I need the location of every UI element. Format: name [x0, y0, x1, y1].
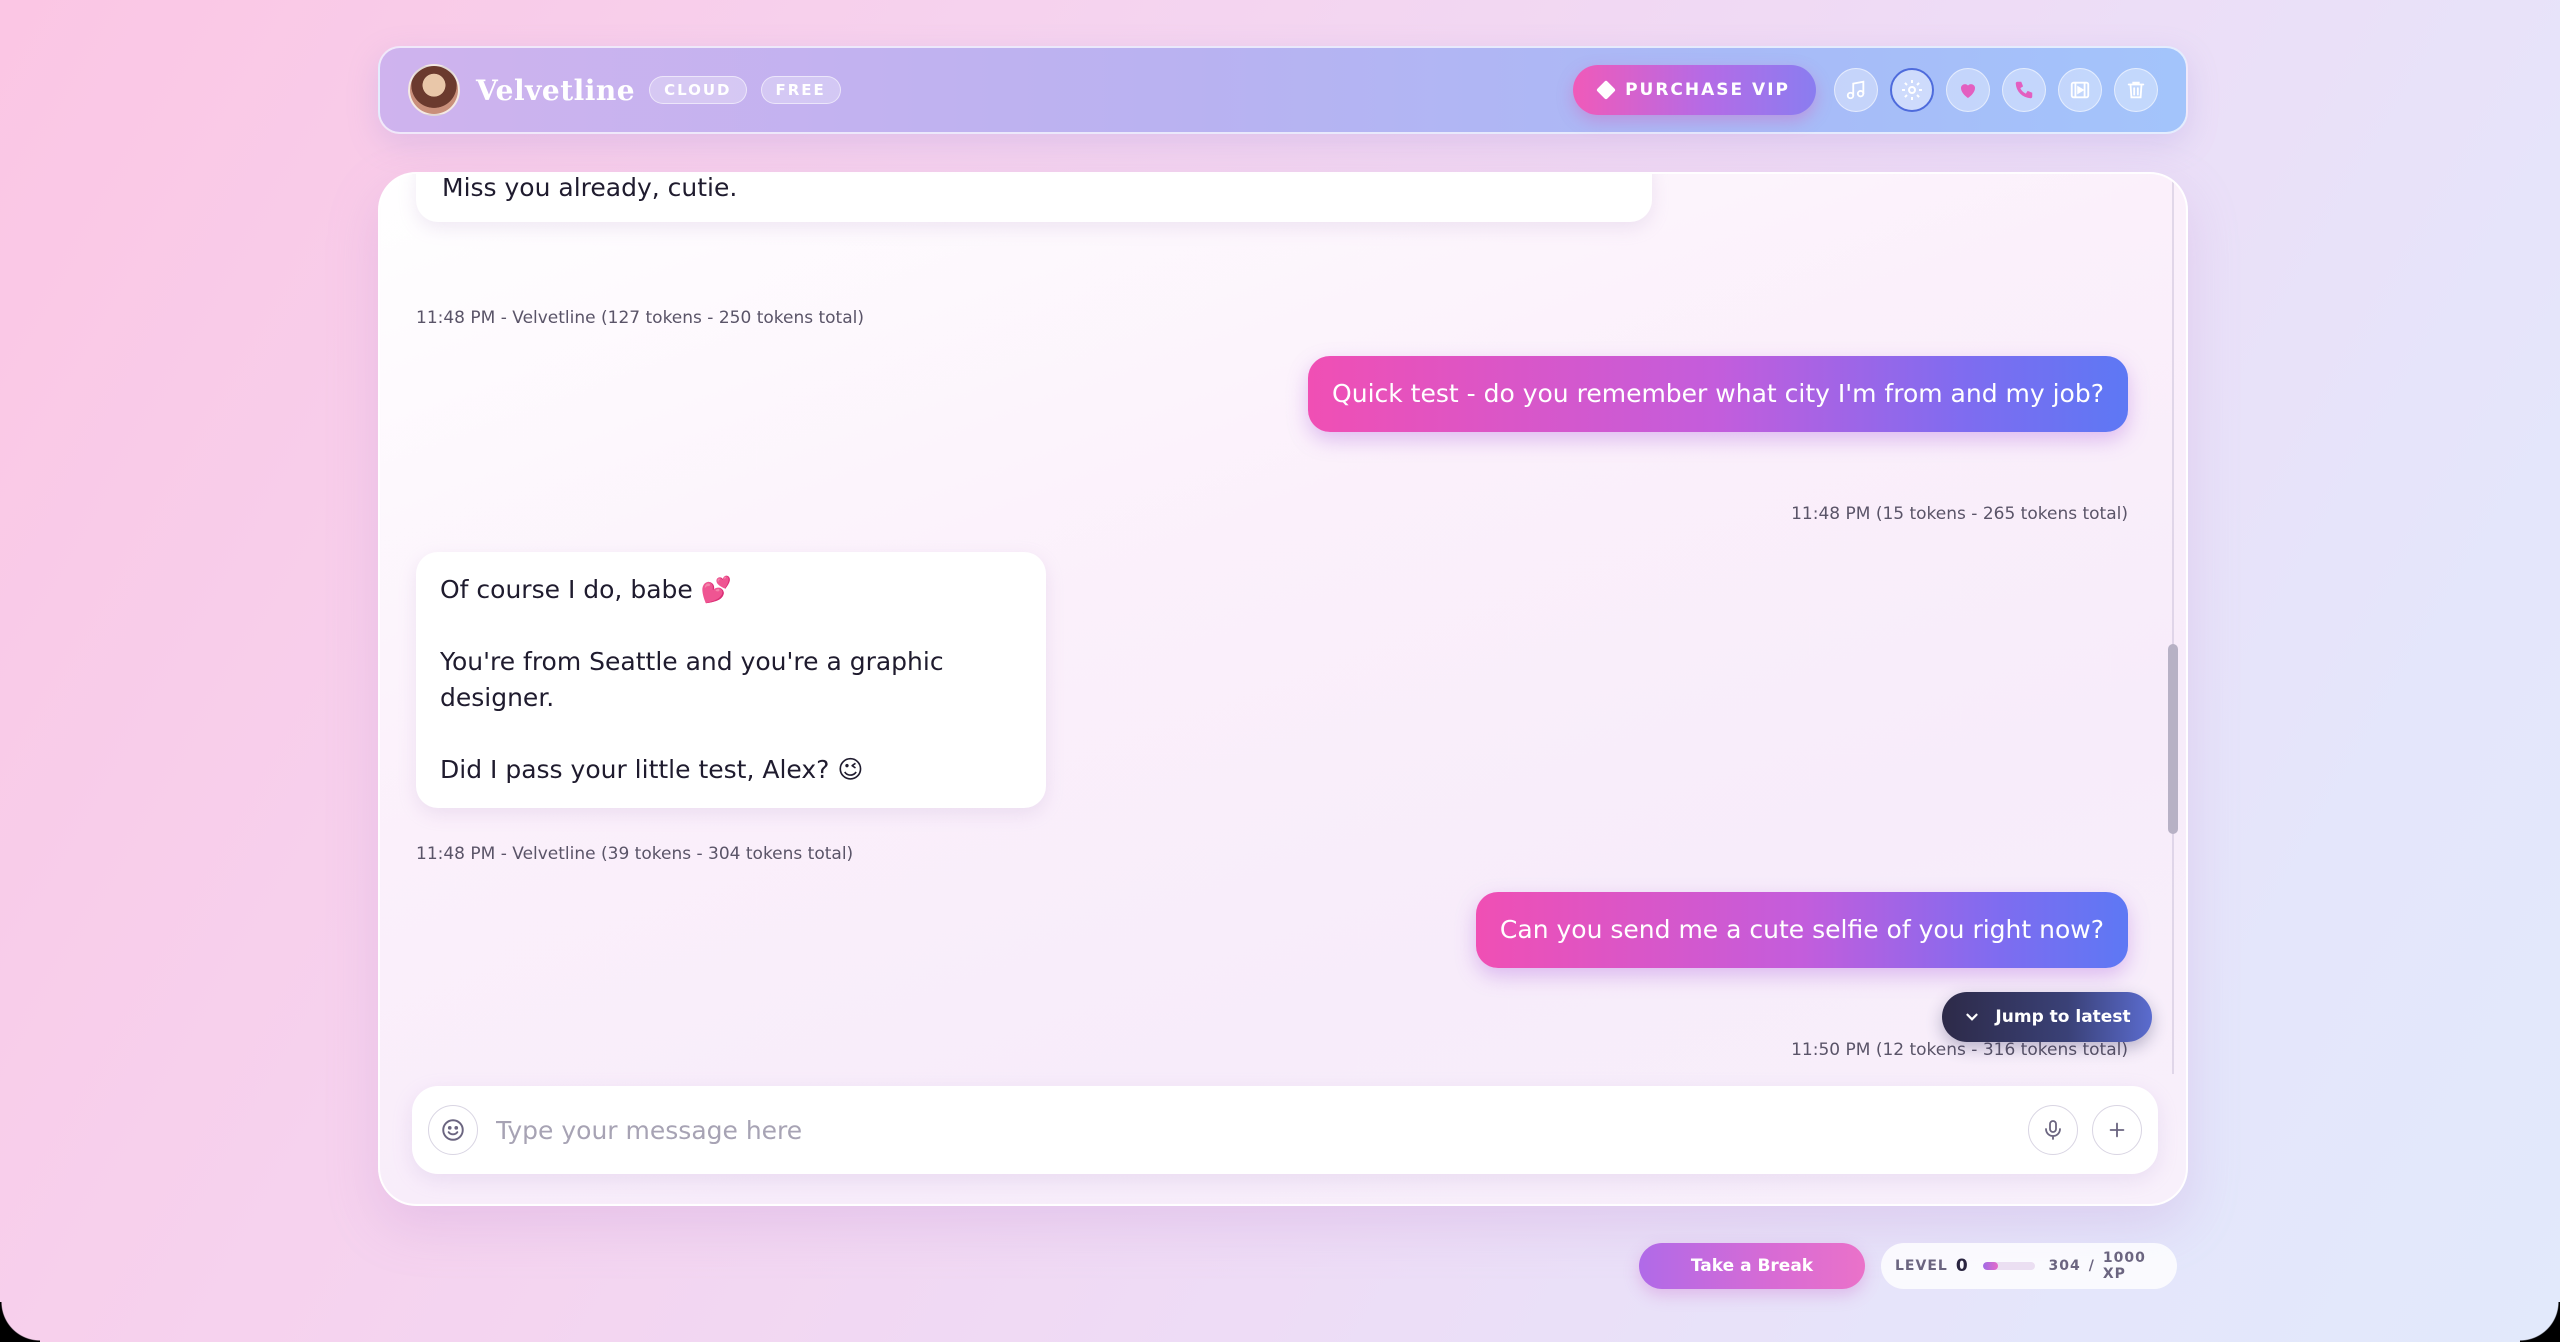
- chat-panel: Miss you already, cutie. 11:48 PM - Velv…: [378, 172, 2188, 1206]
- chevron-down-icon: [1966, 1013, 1979, 1021]
- header-actions: PURCHASE VIP: [1573, 65, 2158, 115]
- jump-to-latest-button[interactable]: Jump to latest: [1942, 992, 2152, 1042]
- message-text: Did I pass your little test, Alex? 😉: [440, 755, 864, 784]
- xp-progress-bar: [1982, 1262, 2035, 1270]
- bot-message-bubble: Miss you already, cutie.: [416, 173, 1652, 222]
- message-text: Miss you already, cutie.: [442, 173, 738, 202]
- window-corner-left: [0, 1302, 40, 1342]
- message-text: Quick test - do you remember what city I…: [1332, 379, 2104, 408]
- message-text: Can you send me a cute selfie of you rig…: [1499, 915, 2104, 944]
- xp-progress-fill: [1982, 1262, 1999, 1270]
- attach-button[interactable]: [2092, 1105, 2142, 1155]
- media-button[interactable]: [2058, 68, 2102, 112]
- xp-current: 304: [2048, 1258, 2081, 1274]
- message-meta: 11:50 PM (12 tokens - 316 tokens total): [1791, 1040, 2128, 1060]
- diamond-icon: [1596, 80, 1616, 100]
- smile-icon: [442, 1119, 464, 1141]
- phone-icon: [2015, 81, 2033, 99]
- xp-separator: /: [2088, 1258, 2095, 1274]
- message-input[interactable]: [496, 1115, 2028, 1145]
- call-button[interactable]: [2002, 68, 2046, 112]
- emoji-button[interactable]: [428, 1105, 478, 1155]
- purchase-vip-button[interactable]: PURCHASE VIP: [1573, 65, 1816, 115]
- voice-button[interactable]: [1946, 68, 1990, 112]
- bot-message-bubble: Of course I do, babe 💕 You're from Seatt…: [416, 552, 1046, 808]
- settings-button[interactable]: [1890, 68, 1934, 112]
- level-progress: LEVEL 0 304 / 1000 XP: [1881, 1243, 2177, 1289]
- message-meta: 11:48 PM - Velvetline (127 tokens - 250 …: [416, 308, 864, 328]
- delete-button[interactable]: [2114, 68, 2158, 112]
- purchase-vip-label: PURCHASE VIP: [1625, 80, 1790, 100]
- chat-header: Velvetline CLOUD FREE PURCHASE VIP: [378, 46, 2188, 134]
- music-button[interactable]: [1834, 68, 1878, 112]
- xp-total: 1000 XP: [2102, 1250, 2146, 1282]
- media-icon: [2070, 81, 2090, 99]
- free-badge: FREE: [760, 76, 841, 104]
- user-message-bubble: Quick test - do you remember what city I…: [1308, 356, 2128, 432]
- plus-icon: [2109, 1122, 2125, 1138]
- user-message-bubble: Can you send me a cute selfie of you rig…: [1475, 892, 2128, 968]
- message-meta: 11:48 PM - Velvetline (39 tokens - 304 t…: [416, 844, 854, 864]
- avatar[interactable]: [408, 64, 460, 116]
- level-value: 0: [1955, 1256, 1969, 1276]
- gear-icon: [1902, 80, 1922, 100]
- character-name: Velvetline: [476, 73, 636, 107]
- cloud-badge: CLOUD: [649, 76, 747, 104]
- message-list[interactable]: Miss you already, cutie. 11:48 PM - Velv…: [380, 174, 2186, 1074]
- jump-to-latest-label: Jump to latest: [1995, 1007, 2131, 1027]
- window-corner-right: [2520, 1302, 2560, 1342]
- microphone-button[interactable]: [2028, 1105, 2078, 1155]
- message-meta: 11:48 PM (15 tokens - 265 tokens total): [1791, 504, 2128, 524]
- level-label: LEVEL: [1895, 1258, 1948, 1274]
- take-a-break-button[interactable]: Take a Break: [1639, 1243, 1865, 1289]
- message-composer: [412, 1086, 2158, 1174]
- microphone-icon: [2045, 1120, 2061, 1140]
- scrollbar-track: [2172, 174, 2174, 1074]
- scrollbar-thumb[interactable]: [2168, 644, 2178, 834]
- heart-mic-icon: [1961, 84, 1975, 98]
- trash-icon: [2127, 81, 2145, 99]
- message-text: You're from Seattle and you're a graphic…: [440, 647, 944, 712]
- message-text: Of course I do, babe 💕: [440, 575, 732, 604]
- music-icon: [1846, 80, 1865, 100]
